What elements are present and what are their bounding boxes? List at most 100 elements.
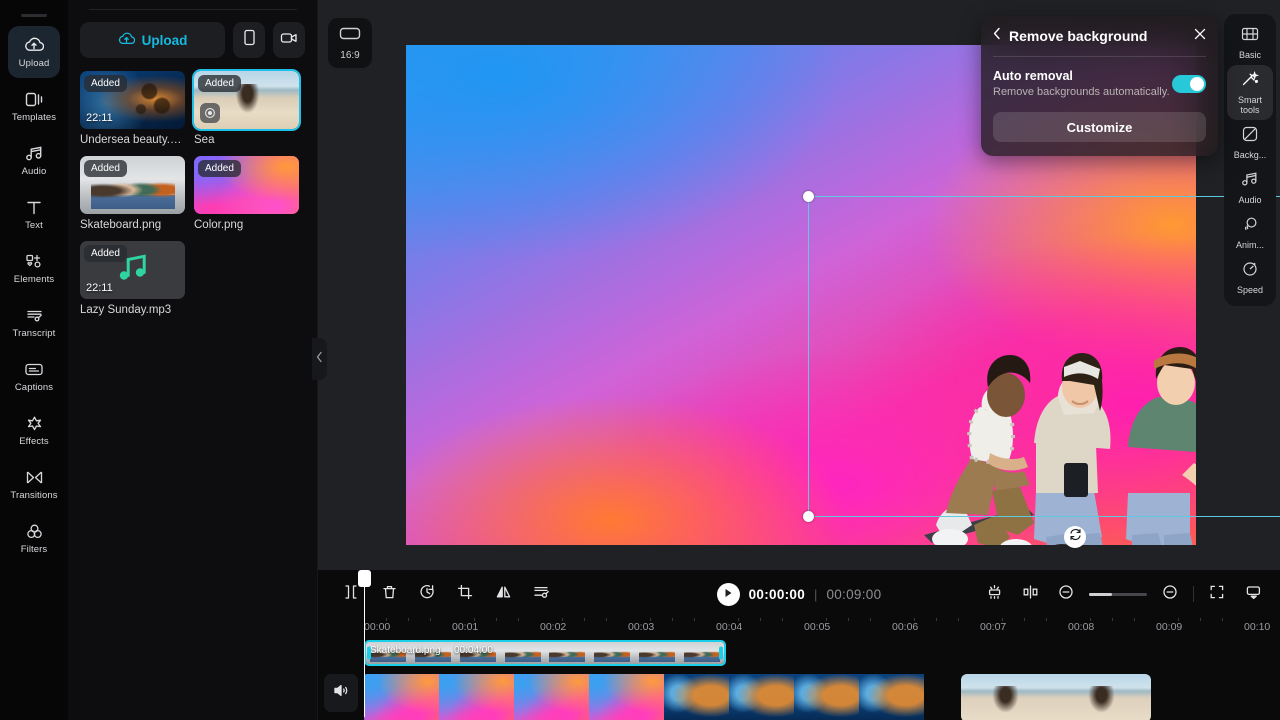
timeline-toolbar: 00:00:00 | 00:09:00 (318, 570, 1280, 618)
sidebar-item-label: Audio (21, 165, 47, 177)
media-item-undersea[interactable]: Added 22:11 Undersea beauty.mp4 (80, 71, 185, 146)
resize-handle-top-left[interactable] (803, 191, 814, 202)
playhead-handle[interactable] (358, 570, 371, 587)
transitions-icon (25, 468, 44, 487)
selection-box[interactable] (803, 191, 1280, 522)
clip-frame (794, 674, 859, 720)
sidebar-item-audio[interactable]: Audio (8, 134, 60, 186)
play-button[interactable] (716, 582, 740, 606)
aspect-ratio-button[interactable]: 16:9 (328, 18, 372, 68)
ruler-tick: 00:02 (540, 621, 567, 633)
sidebar-item-label: Templates (11, 111, 57, 123)
tool-label: Backg... (1233, 150, 1267, 160)
tool-audio[interactable]: Audio (1227, 165, 1273, 210)
timeline-clip-sea[interactable] (961, 674, 1151, 720)
tool-speed[interactable]: Speed (1227, 255, 1273, 300)
music-note-icon (1241, 171, 1259, 192)
customize-button[interactable]: Customize (993, 112, 1206, 142)
sidebar-item-transitions[interactable]: Transitions (8, 458, 60, 510)
zoom-slider-fill (1089, 592, 1113, 596)
clip-frame (859, 674, 924, 720)
media-filename: Lazy Sunday.mp3 (80, 304, 172, 316)
sidebar-item-upload[interactable]: Upload (8, 26, 60, 78)
media-library-grid: Added 22:11 Undersea beauty.mp4 Added Se… (68, 58, 317, 316)
sidebar-item-label: Effects (19, 435, 49, 447)
chevron-left-icon[interactable] (993, 27, 1001, 45)
right-tool-rail: Basic Smart tools Backg... Audio Anim...… (1224, 14, 1276, 306)
sidebar-item-label: Elements (13, 273, 55, 285)
rotate-icon (1069, 528, 1082, 546)
panel-title: Remove background (1009, 28, 1148, 44)
sidebar-item-templates[interactable]: Templates (8, 80, 60, 132)
clip-name: Skateboard.png (370, 645, 441, 656)
upload-actions-row: Upload (68, 10, 317, 58)
text-icon (25, 198, 43, 217)
media-duration: 22:11 (86, 282, 113, 294)
speed-gauge-icon (1241, 261, 1259, 282)
media-thumbnail: Added (192, 69, 301, 131)
upload-panel: Upload Added 22:11 Undersea beauty.mp4 A… (68, 0, 318, 720)
current-time: 00:00:00 (748, 586, 806, 602)
toggle-knob (1190, 77, 1204, 91)
ruler-tick: 00:04 (716, 621, 743, 633)
tool-label: Anim... (1235, 240, 1264, 250)
animation-icon (1241, 216, 1259, 237)
sidebar-item-label: Captions (14, 381, 54, 393)
tool-smart-tools[interactable]: Smart tools (1227, 65, 1273, 120)
speaker-icon (333, 683, 349, 703)
phone-icon (243, 29, 256, 51)
resize-handle-bottom-left[interactable] (803, 511, 814, 522)
sidebar-item-elements[interactable]: Elements (8, 242, 60, 294)
close-icon[interactable] (1194, 27, 1206, 45)
clip-trim-handle-right[interactable] (719, 646, 723, 660)
tool-background[interactable]: Backg... (1227, 120, 1273, 165)
sidebar-item-label: Transcript (12, 327, 56, 339)
ruler-tick: 00:07 (980, 621, 1007, 633)
clip-frame (729, 674, 794, 720)
sidebar-item-captions[interactable]: Captions (8, 350, 60, 402)
timeline-ruler[interactable]: 00:00 00:01 00:02 00:03 00:04 00:05 00:0… (364, 618, 1280, 640)
sidebar-item-transcript[interactable]: Transcript (8, 296, 60, 348)
ruler-tick: 00:08 (1068, 621, 1095, 633)
playhead-line (364, 587, 365, 717)
tool-animation[interactable]: Anim... (1227, 210, 1273, 255)
tool-label: Speed (1236, 285, 1264, 295)
zoom-slider[interactable] (1089, 592, 1147, 596)
media-item-lazy-sunday[interactable]: Added 22:11 Lazy Sunday.mp3 (80, 241, 185, 316)
time-separator: | (814, 586, 818, 602)
media-filename: Color.png (194, 219, 244, 231)
clip-duration: 00:04:00 (454, 645, 493, 656)
timeline-clip-skateboard[interactable]: Skateboard.png 00:04:00 (364, 640, 726, 666)
media-item-color[interactable]: Added Color.png (194, 156, 299, 231)
panel-body: Auto removal Remove backgrounds automati… (981, 57, 1218, 156)
sidebar-item-label: Text (25, 219, 43, 231)
phone-upload-button[interactable] (233, 22, 265, 58)
panel-header: Remove background (981, 16, 1218, 56)
rotate-button[interactable] (1064, 526, 1086, 548)
media-item-sea[interactable]: Added Sea (192, 69, 301, 146)
tool-basic[interactable]: Basic (1227, 20, 1273, 65)
remove-background-panel: Remove background Auto removal Remove ba… (981, 16, 1218, 156)
clip-frame (589, 674, 664, 720)
media-item-skateboard[interactable]: Added Skateboard.png (80, 156, 185, 231)
transcript-icon (25, 306, 44, 325)
track-mute-button[interactable] (324, 674, 358, 712)
sidebar-item-effects[interactable]: Effects (8, 404, 60, 456)
media-filename: Sea (194, 134, 215, 146)
clip-frame (364, 674, 439, 720)
captions-icon (24, 360, 44, 379)
sidebar-item-text[interactable]: Text (8, 188, 60, 240)
sidebar-item-label: Filters (20, 543, 48, 555)
magic-wand-icon (1241, 70, 1260, 92)
upload-button[interactable]: Upload (80, 22, 225, 58)
clip-frame (514, 674, 589, 720)
sidebar-item-filters[interactable]: Filters (8, 512, 60, 564)
collapse-panel-handle[interactable] (312, 338, 327, 380)
media-duration: 22:11 (86, 112, 113, 124)
auto-removal-row: Auto removal Remove backgrounds automati… (993, 69, 1206, 98)
auto-removal-toggle[interactable] (1172, 75, 1206, 93)
cloud-upload-icon (24, 36, 44, 55)
playhead[interactable] (358, 570, 371, 717)
record-button[interactable] (273, 22, 305, 58)
media-thumbnail: Added 22:11 (80, 241, 185, 299)
